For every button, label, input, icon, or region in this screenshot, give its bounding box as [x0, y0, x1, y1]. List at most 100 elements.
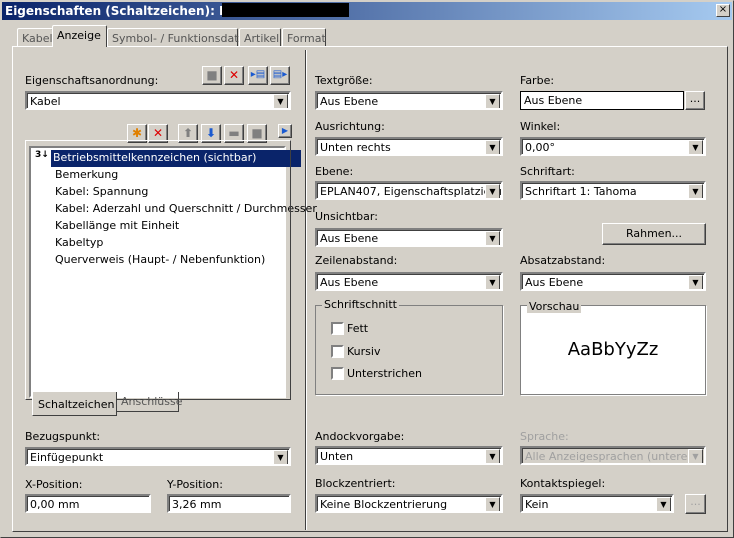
paragraph-label: Absatzabstand: [520, 254, 606, 267]
textsize-label: Textgröße: [315, 74, 373, 87]
list-item[interactable]: Kabel: Spannung [33, 184, 283, 201]
redacted-region [222, 3, 349, 17]
frame-icon: ▬ [228, 126, 240, 140]
angle-select[interactable]: 0,00° ▼ [520, 137, 706, 156]
italic-checkbox[interactable] [331, 345, 344, 358]
reference-select[interactable]: Einfügepunkt ▼ [25, 447, 291, 466]
chevron-down-icon: ▼ [273, 450, 288, 464]
dock-label: Andockvorgabe: [315, 430, 405, 443]
layer-select[interactable]: EPLAN407, Eigenschaftsplatzierung ▼ [315, 181, 503, 200]
reference-value: Einfügepunkt [30, 451, 104, 464]
preview-group: Vorschau AaBbYyZz [520, 300, 706, 395]
arrangement-select[interactable]: Kabel ▼ [25, 91, 291, 110]
chevron-down-icon: ▼ [485, 184, 500, 198]
move-up-button[interactable]: ⬆ [178, 124, 198, 143]
frame-button[interactable]: Rahmen... [602, 223, 706, 245]
x-position-input[interactable]: 0,00 mm [25, 494, 151, 513]
tab-symbol-funktionsdaten[interactable]: Symbol- / Funktionsdaten [107, 28, 252, 47]
block-button[interactable]: ■ [247, 124, 267, 143]
underline-checkbox[interactable] [331, 367, 344, 380]
arrangement-value: Kabel [30, 95, 61, 108]
chevron-down-icon: ▼ [485, 449, 500, 463]
bold-checkbox[interactable] [331, 322, 344, 335]
contact-more-button[interactable]: ... [685, 494, 706, 514]
export-button[interactable]: ▤▸ [270, 66, 290, 85]
paragraph-select[interactable]: Aus Ebene ▼ [520, 272, 706, 291]
list-item[interactable]: Bemerkung [33, 167, 283, 184]
chevron-down-icon: ▼ [485, 140, 500, 154]
linespacing-value: Aus Ebene [320, 276, 379, 289]
font-label: Schriftart: [520, 165, 575, 178]
language-value: Alle Anzeigesprachen (untereinand [525, 450, 706, 463]
invisible-label: Unsichtbar: [315, 210, 378, 223]
tab-format[interactable]: Format [282, 28, 326, 47]
chevron-down-icon: ▼ [688, 449, 703, 463]
italic-label: Kursiv [347, 345, 381, 358]
tab-artikel[interactable]: Artikel [239, 28, 281, 47]
underline-label: Unterstrichen [347, 367, 423, 380]
tab-anzeige[interactable]: Anzeige [52, 25, 107, 47]
delete-arrangement-button[interactable]: ✕ [224, 66, 244, 85]
new-icon: ✱ [131, 126, 143, 140]
import-button[interactable]: ▸▤ [248, 66, 268, 85]
paragraph-value: Aus Ebene [525, 276, 584, 289]
bold-label: Fett [347, 322, 369, 335]
new-property-button[interactable]: ✱ [127, 124, 147, 143]
language-select[interactable]: Alle Anzeigesprachen (untereinand ▼ [520, 446, 706, 465]
language-label: Sprache: [520, 430, 569, 443]
y-position-input[interactable]: 3,26 mm [167, 494, 291, 513]
chevron-down-icon: ▼ [688, 275, 703, 289]
align-select[interactable]: Unten rechts ▼ [315, 137, 503, 156]
list-item[interactable]: Querverweis (Haupt- / Nebenfunktion) [33, 252, 283, 269]
contact-label: Kontaktspiegel: [520, 477, 606, 490]
block-select[interactable]: Keine Blockzentrierung ▼ [315, 494, 503, 513]
subtab-schaltzeichen[interactable]: Schaltzeichen [32, 392, 117, 416]
square-icon: ■ [206, 68, 218, 82]
font-value: Schriftart 1: Tahoma [525, 185, 637, 198]
layer-value: EPLAN407, Eigenschaftsplatzierung [320, 185, 503, 198]
chevron-down-icon: ▼ [485, 94, 500, 108]
angle-label: Winkel: [520, 120, 561, 133]
block-label: Blockzentriert: [315, 477, 396, 490]
preview-group-label: Vorschau [527, 300, 582, 313]
dock-value: Unten [320, 450, 354, 463]
textsize-select[interactable]: Aus Ebene ▼ [315, 91, 503, 110]
sort-icon: 3↓ [35, 150, 49, 160]
y-position-label: Y-Position: [167, 478, 223, 491]
invisible-select[interactable]: Aus Ebene ▼ [315, 228, 503, 247]
subtab-anschluesse[interactable]: Anschlüsse [116, 392, 183, 412]
arrow-right-icon: ▶ [281, 126, 289, 135]
delete-icon: ✕ [152, 126, 164, 140]
delete-property-button[interactable]: ✕ [148, 124, 168, 143]
close-button[interactable]: × [716, 4, 730, 17]
save-arrangement-button[interactable]: ■ [202, 66, 222, 85]
import-icon: ▸▤ [250, 69, 266, 80]
chevron-down-icon: ▼ [688, 140, 703, 154]
color-picker-button[interactable]: ... [685, 91, 705, 110]
export-icon: ▤▸ [272, 69, 288, 80]
list-item[interactable]: Kabellänge mit Einheit [33, 218, 283, 235]
list-item[interactable]: Betriebsmittelkennzeichen (sichtbar) [51, 150, 301, 167]
tab-kabel[interactable]: Kabel [17, 28, 53, 47]
linespacing-select[interactable]: Aus Ebene ▼ [315, 272, 503, 291]
chevron-down-icon: ▼ [485, 275, 500, 289]
divider [305, 50, 307, 530]
align-value: Unten rechts [320, 141, 391, 154]
dock-select[interactable]: Unten ▼ [315, 446, 503, 465]
property-list[interactable]: 3↓ Betriebsmittelkennzeichen (sichtbar) … [29, 146, 317, 398]
move-down-button[interactable]: ⬇ [201, 124, 221, 143]
arrow-down-icon: ⬇ [205, 126, 217, 140]
color-field[interactable]: Aus Ebene [520, 91, 684, 110]
contact-select[interactable]: Kein ▼ [520, 494, 674, 513]
chevron-down-icon: ▼ [688, 184, 703, 198]
square-icon: ■ [251, 126, 263, 140]
list-item[interactable]: Kabeltyp [33, 235, 283, 252]
delete-icon: ✕ [228, 68, 240, 82]
more-button[interactable]: ▶ [278, 124, 292, 138]
list-item[interactable]: Kabel: Aderzahl und Querschnitt / Durchm… [33, 201, 317, 218]
chevron-down-icon: ▼ [273, 94, 288, 108]
position-button[interactable]: ▬ [224, 124, 244, 143]
font-select[interactable]: Schriftart 1: Tahoma ▼ [520, 181, 706, 200]
chevron-down-icon: ▼ [485, 497, 500, 511]
x-position-label: X-Position: [25, 478, 83, 491]
